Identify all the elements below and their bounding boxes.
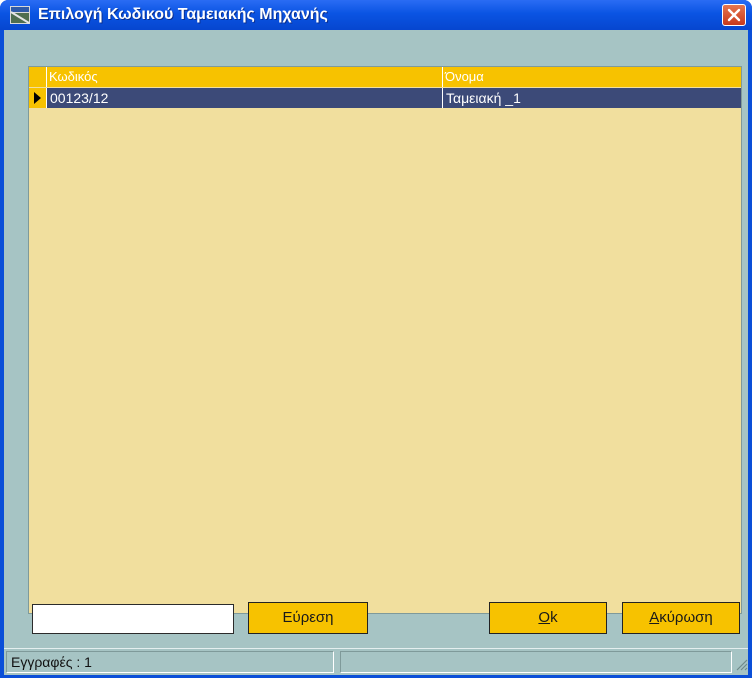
status-pane-secondary [340,651,732,673]
cancel-hotkey: Α [649,609,660,626]
cancel-label: κύρωση [659,609,713,626]
close-icon [727,8,741,22]
window-app-icon [10,6,30,24]
status-bar: Εγγραφές : 1 [4,648,748,675]
cancel-button[interactable]: Ακύρωση [622,602,740,634]
results-grid[interactable]: Κωδικός Όνομα 00123/12 Ταμειακή _1 [28,66,742,614]
row-indicator [29,88,47,108]
header-indicator-cell [29,67,47,87]
ok-label: k [550,609,558,626]
close-button[interactable] [722,4,746,26]
column-header-name[interactable]: Όνομα [443,67,741,87]
cell-code[interactable]: 00123/12 [47,88,443,108]
find-button[interactable]: Εύρεση [248,602,368,634]
search-input[interactable] [32,604,234,634]
window-title: Επιλογή Κωδικού Ταμειακής Μηχανής [38,6,328,23]
column-header-code[interactable]: Κωδικός [47,67,443,87]
dialog-client-area: Κωδικός Όνομα 00123/12 Ταμειακή _1 [4,30,748,674]
resize-grip-icon[interactable] [734,657,748,671]
dialog-window: Επιλογή Κωδικού Ταμειακής Μηχανής Κωδικό… [0,0,752,678]
table-row[interactable]: 00123/12 Ταμειακή _1 [29,88,741,108]
ok-hotkey: O [538,609,551,626]
cell-name[interactable]: Ταμειακή _1 [443,88,741,108]
status-record-count: Εγγραφές : 1 [6,651,334,673]
grid-header: Κωδικός Όνομα [29,67,741,87]
ok-button[interactable]: Ok [489,602,607,634]
title-bar[interactable]: Επιλογή Κωδικού Ταμειακής Μηχανής [0,0,752,30]
row-pointer-icon [34,92,41,104]
